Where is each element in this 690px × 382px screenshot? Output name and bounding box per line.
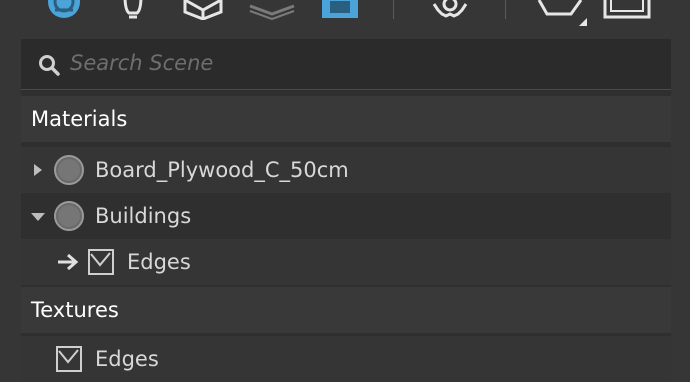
material-item-board[interactable]: Board_Plywood_C_50cm	[21, 147, 671, 193]
material-item-label: Board_Plywood_C_50cm	[95, 158, 349, 182]
texture-item-edges[interactable]: Edges	[21, 336, 671, 382]
light-bulb-icon[interactable]	[113, 0, 153, 20]
material-child-edges[interactable]: Edges	[21, 239, 671, 285]
search-placeholder: Search Scene	[70, 51, 214, 75]
texture-item-label: Edges	[95, 347, 159, 371]
scene-panel: Search Scene Materials Board_Plywood_C_5…	[21, 39, 671, 382]
cube-icon[interactable]	[181, 0, 225, 20]
toolbar-divider	[393, 0, 394, 19]
settings-gear-icon[interactable]	[428, 0, 472, 20]
frame-icon[interactable]	[601, 0, 653, 20]
polygon-shape-icon[interactable]	[535, 0, 591, 34]
texture-item-label: Edges	[127, 250, 191, 274]
texture-image-icon	[88, 249, 114, 275]
scene-materials-icon[interactable]	[40, 0, 90, 20]
section-textures-label: Textures	[31, 298, 119, 322]
search-icon	[39, 55, 60, 76]
material-item-buildings[interactable]: Buildings	[21, 193, 671, 239]
panel-view-icon[interactable]	[320, 0, 360, 20]
material-item-label: Buildings	[95, 204, 192, 228]
toolbar-divider	[505, 0, 506, 19]
search-bar[interactable]: Search Scene	[21, 39, 671, 90]
expand-arrow-icon[interactable]	[32, 162, 44, 178]
texture-image-icon	[56, 346, 82, 372]
material-sphere-icon	[54, 201, 84, 231]
collapse-arrow-icon[interactable]	[30, 211, 46, 223]
section-materials-label: Materials	[31, 107, 128, 131]
section-materials: Materials	[21, 96, 671, 142]
section-textures: Textures	[21, 287, 671, 333]
toolbar	[0, 0, 690, 38]
material-sphere-icon	[54, 155, 84, 185]
right-arrow-icon	[58, 253, 79, 271]
layers-icon[interactable]	[247, 0, 297, 20]
